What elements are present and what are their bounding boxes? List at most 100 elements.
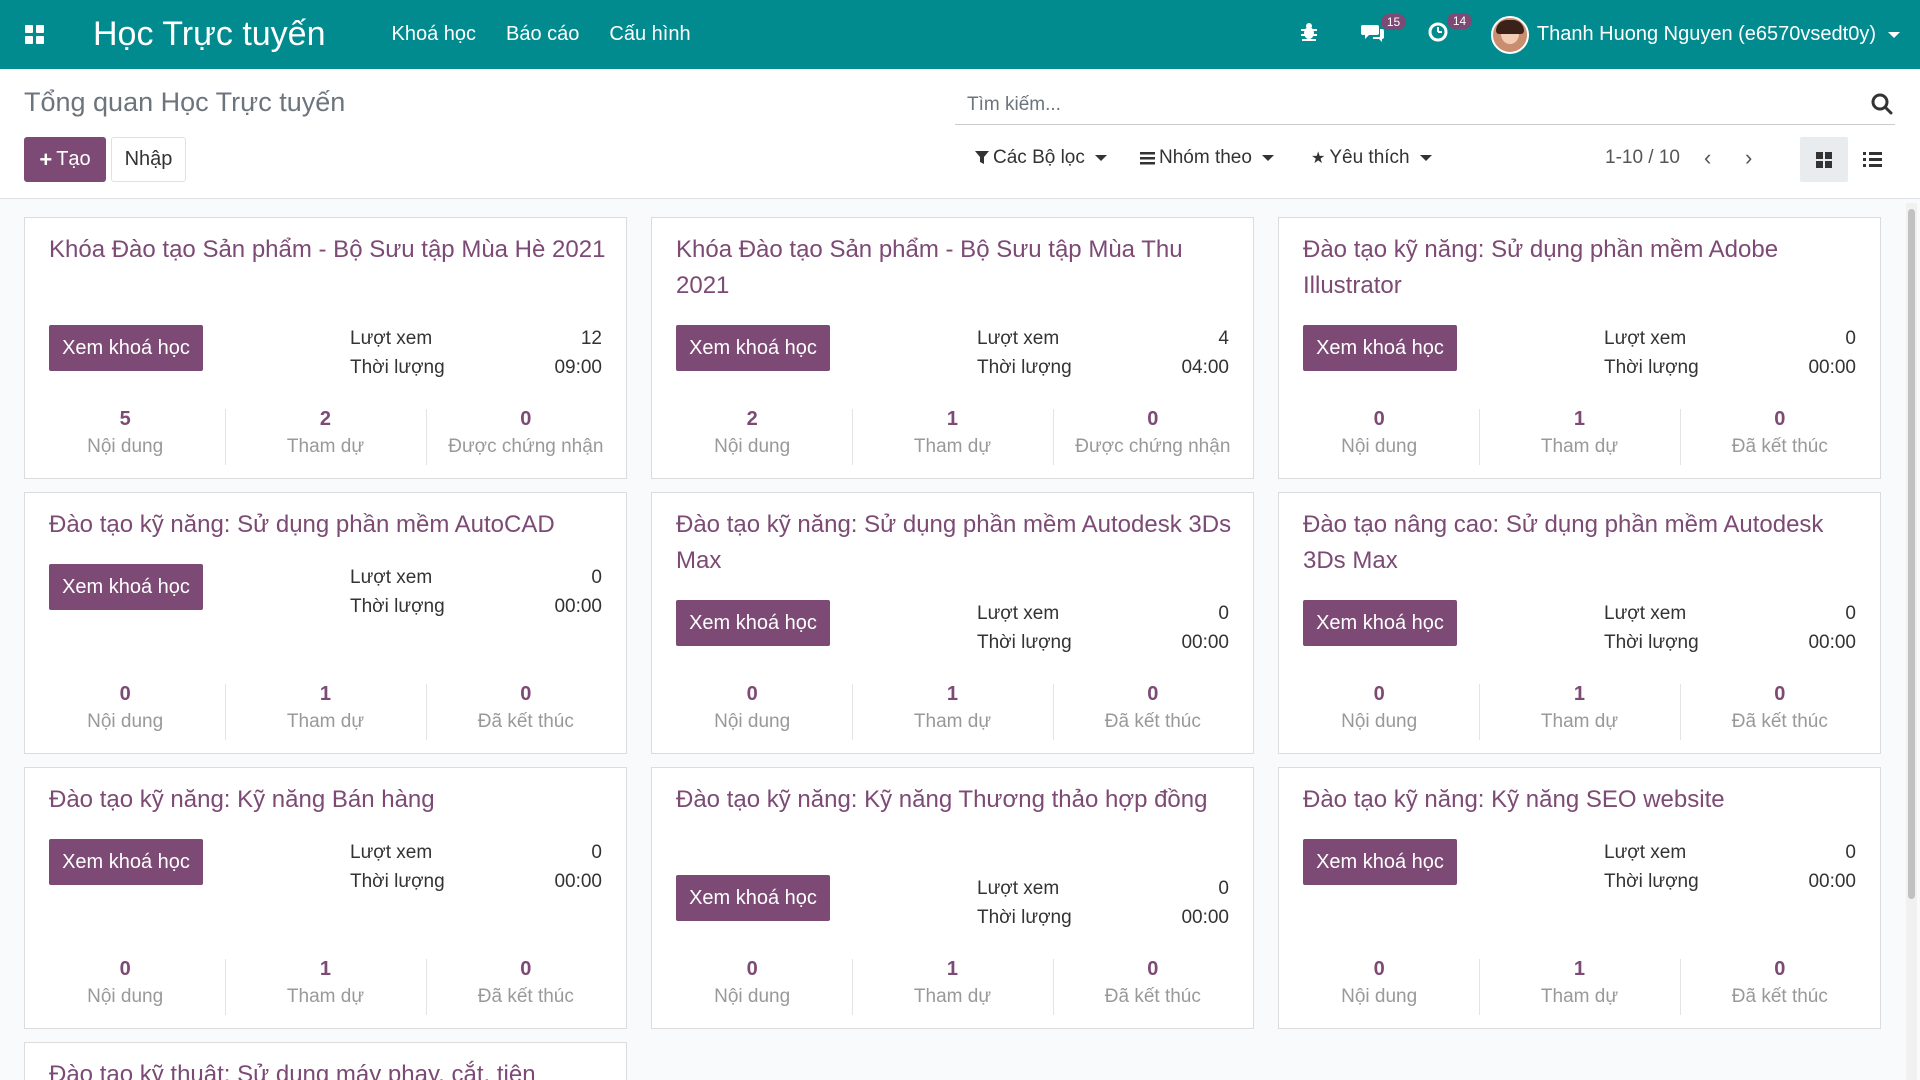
- course-card[interactable]: Đào tạo kỹ thuật: Sử dụng máy phay, cắt,…: [24, 1042, 627, 1080]
- duration-label: Thời lượng: [977, 632, 1072, 653]
- course-title[interactable]: Khóa Đào tạo Sản phẩm - Bộ Sưu tập Mùa H…: [49, 232, 609, 268]
- content-label: Nội dung: [87, 711, 164, 732]
- debug-bug-icon[interactable]: [1299, 22, 1319, 48]
- filters-dropdown[interactable]: Các Bộ lọc: [975, 147, 1107, 169]
- search-input[interactable]: [955, 93, 1835, 116]
- course-title[interactable]: Đào tạo kỹ năng: Kỹ năng Thương thảo hợp…: [676, 782, 1236, 818]
- view-course-button[interactable]: Xem khoá học: [1303, 325, 1457, 371]
- messages-chat-icon[interactable]: 15: [1360, 13, 1407, 48]
- finished-stat[interactable]: 0 Đã kết thúc: [1052, 680, 1253, 744]
- view-course-button[interactable]: Xem khoá học: [676, 600, 830, 646]
- kanban-view-button[interactable]: [1800, 137, 1848, 182]
- content-stat[interactable]: 0 Nội dung: [1279, 955, 1479, 1019]
- course-card[interactable]: Đào tạo kỹ năng: Kỹ năng Thương thảo hợp…: [651, 767, 1254, 1029]
- certified-stat[interactable]: 0 Được chứng nhận: [1052, 405, 1253, 469]
- view-course-button[interactable]: Xem khoá học: [49, 564, 203, 610]
- content-stat[interactable]: 2 Nội dung: [652, 405, 852, 469]
- pager-value[interactable]: 1-10 / 10: [1605, 147, 1680, 169]
- filters-label: Các Bộ lọc: [993, 147, 1085, 168]
- user-menu[interactable]: Thanh Huong Nguyen (e6570vsedt0y): [1490, 15, 1900, 54]
- content-stat[interactable]: 0 Nội dung: [1279, 405, 1479, 469]
- views-label: Lượt xem: [977, 878, 1060, 899]
- view-course-button[interactable]: Xem khoá học: [49, 839, 203, 885]
- duration-label: Thời lượng: [350, 871, 445, 892]
- content-stat[interactable]: 0 Nội dung: [25, 680, 225, 744]
- finished-stat[interactable]: 0 Đã kết thúc: [1052, 955, 1253, 1019]
- view-course-button[interactable]: Xem khoá học: [1303, 600, 1457, 646]
- certified-label: Được chứng nhận: [1075, 436, 1231, 457]
- pager-next-icon[interactable]: ›: [1745, 145, 1752, 171]
- view-course-button[interactable]: Xem khoá học: [49, 325, 203, 371]
- content-stat[interactable]: 0 Nội dung: [1279, 680, 1479, 744]
- attendees-stat[interactable]: 1 Tham dự: [1479, 955, 1679, 1019]
- course-title[interactable]: Đào tạo nâng cao: Sử dụng phần mềm Autod…: [1303, 507, 1863, 579]
- attendees-stat[interactable]: 1 Tham dự: [1479, 680, 1679, 744]
- menu-reports[interactable]: Báo cáo: [506, 23, 579, 46]
- course-title[interactable]: Đào tạo kỹ năng: Kỹ năng SEO website: [1303, 782, 1863, 818]
- certified-stat[interactable]: 0 Được chứng nhận: [425, 405, 626, 469]
- course-card[interactable]: Đào tạo nâng cao: Sử dụng phần mềm Autod…: [1278, 492, 1881, 754]
- finished-stat[interactable]: 0 Đã kết thúc: [1679, 405, 1880, 469]
- course-card[interactable]: Khóa Đào tạo Sản phẩm - Bộ Sưu tập Mùa T…: [651, 217, 1254, 479]
- create-button[interactable]: + Tạo: [24, 137, 106, 182]
- course-card[interactable]: Đào tạo kỹ năng: Sử dụng phần mềm Adobe …: [1278, 217, 1881, 479]
- attendees-label: Tham dự: [286, 986, 365, 1007]
- import-button[interactable]: Nhập: [111, 137, 186, 182]
- views-value: 0: [1218, 603, 1229, 624]
- course-title[interactable]: Đào tạo kỹ năng: Sử dụng phần mềm Adobe …: [1303, 232, 1863, 304]
- activity-clock-icon[interactable]: 14: [1427, 12, 1473, 49]
- course-stats: 0 Nội dung 1 Tham dự 0 Đã kết thúc: [25, 680, 626, 744]
- finished-stat[interactable]: 0 Đã kết thúc: [1679, 955, 1880, 1019]
- scrollbar-thumb[interactable]: [1908, 209, 1915, 899]
- attendees-stat[interactable]: 1 Tham dự: [852, 405, 1052, 469]
- attendees-stat[interactable]: 1 Tham dự: [852, 680, 1052, 744]
- course-title[interactable]: Đào tạo kỹ năng: Sử dụng phần mềm Autode…: [676, 507, 1236, 579]
- content-stat[interactable]: 0 Nội dung: [652, 680, 852, 744]
- search-icon[interactable]: [1871, 93, 1893, 115]
- course-card[interactable]: Khóa Đào tạo Sản phẩm - Bộ Sưu tập Mùa H…: [24, 217, 627, 479]
- menu-courses[interactable]: Khoá học: [392, 23, 477, 46]
- content-stat[interactable]: 0 Nội dung: [25, 955, 225, 1019]
- top-navbar: Học Trực tuyến Khoá học Báo cáo Cấu hình…: [0, 0, 1920, 69]
- view-course-button[interactable]: Xem khoá học: [676, 875, 830, 921]
- content-label: Nội dung: [1341, 986, 1418, 1007]
- course-card[interactable]: Đào tạo kỹ năng: Sử dụng phần mềm AutoCA…: [24, 492, 627, 754]
- groupby-dropdown[interactable]: Nhóm theo: [1140, 147, 1274, 169]
- list-view-button[interactable]: [1848, 137, 1896, 182]
- attendees-stat[interactable]: 1 Tham dự: [1479, 405, 1679, 469]
- course-title[interactable]: Đào tạo kỹ thuật: Sử dụng máy phay, cắt,…: [49, 1057, 609, 1080]
- apps-menu-icon[interactable]: [0, 0, 69, 69]
- page-title: Tổng quan Học Trực tuyến: [24, 87, 346, 117]
- finished-stat[interactable]: 0 Đã kết thúc: [425, 680, 626, 744]
- content-count: 0: [1373, 958, 1385, 980]
- pager-previous-icon[interactable]: ‹: [1704, 145, 1711, 171]
- duration-value: 09:00: [554, 357, 602, 378]
- finished-count: 0: [1774, 408, 1786, 430]
- content-stat[interactable]: 5 Nội dung: [25, 405, 225, 469]
- course-title[interactable]: Đào tạo kỹ năng: Sử dụng phần mềm AutoCA…: [49, 507, 609, 543]
- course-title[interactable]: Đào tạo kỹ năng: Kỹ năng Bán hàng: [49, 782, 609, 818]
- view-course-button[interactable]: Xem khoá học: [1303, 839, 1457, 885]
- duration-value: 00:00: [1808, 632, 1856, 653]
- view-course-button[interactable]: Xem khoá học: [676, 325, 830, 371]
- course-card[interactable]: Đào tạo kỹ năng: Kỹ năng SEO website Xem…: [1278, 767, 1881, 1029]
- attendees-stat[interactable]: 2 Tham dự: [225, 405, 425, 469]
- user-avatar: [1490, 15, 1529, 54]
- attendees-stat[interactable]: 1 Tham dự: [225, 680, 425, 744]
- menu-configuration[interactable]: Cấu hình: [609, 23, 690, 46]
- finished-stat[interactable]: 0 Đã kết thúc: [425, 955, 626, 1019]
- attendees-stat[interactable]: 1 Tham dự: [225, 955, 425, 1019]
- content-stat[interactable]: 0 Nội dung: [652, 955, 852, 1019]
- views-label: Lượt xem: [1604, 603, 1687, 624]
- course-card[interactable]: Đào tạo kỹ năng: Kỹ năng Bán hàng Xem kh…: [24, 767, 627, 1029]
- attendees-stat[interactable]: 1 Tham dự: [852, 955, 1052, 1019]
- app-brand[interactable]: Học Trực tuyến: [93, 15, 326, 54]
- finished-stat[interactable]: 0 Đã kết thúc: [1679, 680, 1880, 744]
- course-title[interactable]: Khóa Đào tạo Sản phẩm - Bộ Sưu tập Mùa T…: [676, 232, 1236, 304]
- kanban-scrollbar[interactable]: [1906, 203, 1917, 1080]
- favorites-dropdown[interactable]: ★ Yêu thích: [1311, 147, 1432, 169]
- activities-count-badge: 14: [1446, 12, 1473, 29]
- course-card[interactable]: Đào tạo kỹ năng: Sử dụng phần mềm Autode…: [651, 492, 1254, 754]
- plus-icon: +: [39, 146, 53, 172]
- kanban-board: Khóa Đào tạo Sản phẩm - Bộ Sưu tập Mùa H…: [0, 200, 1900, 1080]
